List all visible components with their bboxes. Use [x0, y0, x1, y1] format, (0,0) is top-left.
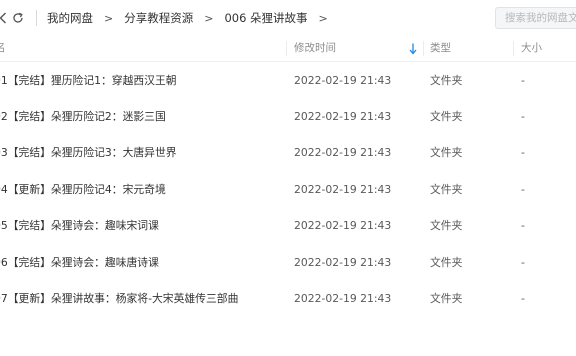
table-row[interactable]: 02【完结】朵狸历险记2：迷影三国 2022-02-19 21:43 文件夹 -	[0, 99, 576, 135]
table-row[interactable]: 01【完结】狸历险记1：穿越西汉王朝 2022-02-19 21:43 文件夹 …	[0, 63, 576, 99]
search-input[interactable]	[495, 7, 576, 29]
file-size: -	[521, 219, 525, 232]
breadcrumb-separator: >	[318, 11, 328, 25]
breadcrumb-item-root[interactable]: 我的网盘	[47, 10, 93, 26]
file-size: -	[521, 292, 525, 305]
file-type: 文件夹	[430, 292, 463, 305]
file-modified: 2022-02-19 21:43	[294, 110, 392, 123]
column-divider	[286, 41, 287, 56]
table-row[interactable]: 04【更新】朵狸历险记4：宋元奇境 2022-02-19 21:43 文件夹 -	[0, 172, 576, 208]
column-divider	[513, 41, 514, 56]
file-size: -	[521, 146, 525, 159]
toolbar: 我的网盘 > 分享教程资源 > 006 朵狸讲故事 >	[0, 0, 576, 36]
column-size-header[interactable]: 大小	[521, 36, 542, 61]
breadcrumb: 我的网盘 > 分享教程资源 > 006 朵狸讲故事 >	[47, 0, 339, 36]
file-modified: 2022-02-19 21:43	[294, 292, 392, 305]
file-name[interactable]: 02【完结】朵狸历险记2：迷影三国	[0, 99, 166, 135]
file-size: -	[521, 183, 525, 196]
file-type: 文件夹	[430, 256, 463, 269]
file-name[interactable]: 03【完结】朵狸历险记3：大唐异世界	[0, 135, 177, 171]
file-name[interactable]: 01【完结】狸历险记1：穿越西汉王朝	[0, 63, 177, 99]
file-modified: 2022-02-19 21:43	[294, 74, 392, 87]
file-modified: 2022-02-19 21:43	[294, 146, 392, 159]
file-type: 文件夹	[430, 110, 463, 123]
column-name-header[interactable]: 名	[0, 36, 6, 61]
file-name[interactable]: 07【更新】朵狸讲故事：杨家将-大宋英雄传三部曲	[0, 281, 238, 317]
column-divider	[423, 41, 424, 56]
file-size: -	[521, 110, 525, 123]
breadcrumb-item-share[interactable]: 分享教程资源	[124, 10, 193, 26]
file-modified: 2022-02-19 21:43	[294, 256, 392, 269]
refresh-icon[interactable]	[11, 9, 25, 27]
file-type: 文件夹	[430, 74, 463, 87]
file-type: 文件夹	[430, 146, 463, 159]
column-type-header[interactable]: 类型	[430, 36, 451, 61]
chevron-left-icon[interactable]	[0, 9, 10, 27]
file-size: -	[521, 74, 525, 87]
file-type: 文件夹	[430, 183, 463, 196]
table-row[interactable]: 05【完结】朵狸诗会：趣味宋词课 2022-02-19 21:43 文件夹 -	[0, 208, 576, 244]
file-name[interactable]: 05【完结】朵狸诗会：趣味宋词课	[0, 208, 159, 244]
file-size: -	[521, 256, 525, 269]
file-modified: 2022-02-19 21:43	[294, 219, 392, 232]
column-header: 名 修改时间 类型 大小	[0, 36, 576, 62]
file-name[interactable]: 04【更新】朵狸历险记4：宋元奇境	[0, 172, 166, 208]
table-row[interactable]: 06【完结】朵狸诗会：趣味唐诗课 2022-02-19 21:43 文件夹 -	[0, 245, 576, 281]
file-name[interactable]: 06【完结】朵狸诗会：趣味唐诗课	[0, 245, 159, 281]
breadcrumb-separator: >	[104, 11, 114, 25]
sort-down-arrow-icon[interactable]	[409, 42, 417, 55]
toolbar-divider	[36, 10, 37, 26]
file-type: 文件夹	[430, 219, 463, 232]
file-modified: 2022-02-19 21:43	[294, 183, 392, 196]
table-row[interactable]: 03【完结】朵狸历险记3：大唐异世界 2022-02-19 21:43 文件夹 …	[0, 135, 576, 171]
breadcrumb-separator: >	[204, 11, 214, 25]
breadcrumb-item-current[interactable]: 006 朵狸讲故事	[224, 10, 307, 26]
file-browser: 我的网盘 > 分享教程资源 > 006 朵狸讲故事 > 名 修改时间 类型 大小…	[0, 0, 576, 356]
table-row[interactable]: 07【更新】朵狸讲故事：杨家将-大宋英雄传三部曲 2022-02-19 21:4…	[0, 281, 576, 317]
column-modified-header[interactable]: 修改时间	[294, 36, 336, 61]
